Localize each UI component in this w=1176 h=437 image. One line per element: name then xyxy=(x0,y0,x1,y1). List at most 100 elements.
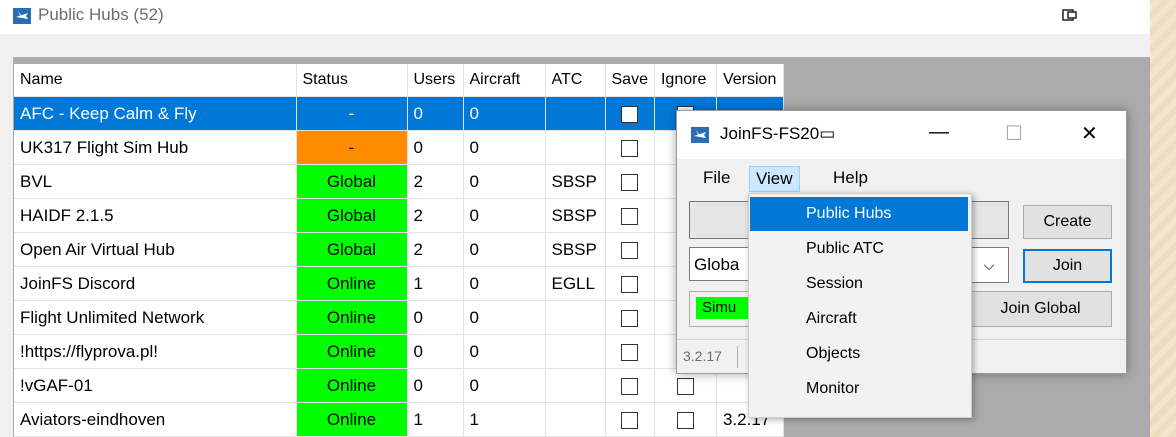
ignore-checkbox-cell xyxy=(654,402,717,437)
menu-item-aircraft[interactable]: Aircraft xyxy=(750,302,968,336)
table-row[interactable]: Aviators-eindhoven Online 1 1 3.2.17 xyxy=(14,402,784,437)
hub-status-cell: Online xyxy=(296,266,408,301)
hub-status-cell: Global xyxy=(296,198,408,233)
save-checkbox[interactable] xyxy=(621,207,639,225)
joinfs-plane-icon xyxy=(691,127,709,143)
create-button[interactable]: Create xyxy=(1023,205,1112,239)
join-global-button[interactable]: Join Global xyxy=(969,291,1112,327)
save-checkbox-cell xyxy=(605,334,655,369)
table-row[interactable]: BVL Global 2 0 SBSP xyxy=(14,164,784,199)
col-header-save[interactable]: Save xyxy=(605,64,655,97)
menu-item-monitor[interactable]: Monitor xyxy=(750,372,968,406)
hub-name-cell: JoinFS Discord xyxy=(14,266,297,301)
save-checkbox[interactable] xyxy=(621,105,639,123)
hub-name-cell: AFC - Keep Calm & Fly xyxy=(14,96,297,131)
table-row[interactable]: JoinFS Discord Online 1 0 EGLL xyxy=(14,266,784,301)
save-checkbox[interactable] xyxy=(621,377,639,395)
menu-file[interactable]: File xyxy=(697,166,736,190)
col-header-users[interactable]: Users xyxy=(407,64,464,97)
hub-users-cell: 0 xyxy=(407,334,464,369)
hub-status-cell: Online xyxy=(296,368,408,403)
hub-name-cell: Aviators-eindhoven xyxy=(14,402,297,437)
ignore-checkbox[interactable] xyxy=(676,377,694,395)
ignore-checkbox[interactable] xyxy=(676,411,694,429)
col-header-status[interactable]: Status xyxy=(296,64,408,97)
version-label: 3.2.17 xyxy=(683,348,722,364)
hub-users-cell: 2 xyxy=(407,164,464,199)
hub-users-cell: 0 xyxy=(407,130,464,165)
hub-status-cell: Online xyxy=(296,334,408,369)
save-checkbox[interactable] xyxy=(621,275,639,293)
save-checkbox-cell xyxy=(605,96,655,131)
joinfs-menubar: File View Help xyxy=(677,161,1126,193)
view-dropdown-menu: Public Hubs Public ATC Session Aircraft Obje… xyxy=(748,193,972,418)
hub-atc-cell xyxy=(545,130,606,165)
hub-atc-cell xyxy=(545,334,606,369)
menu-help[interactable]: Help xyxy=(827,166,874,190)
hub-status-cell: Online xyxy=(296,402,408,437)
table-row[interactable]: !https://flyprova.pl! Online 0 0 xyxy=(14,334,784,369)
hub-users-cell: 0 xyxy=(407,300,464,335)
hub-aircraft-cell: 0 xyxy=(463,198,546,233)
save-checkbox[interactable] xyxy=(621,173,639,191)
join-button[interactable]: Join xyxy=(1023,249,1112,283)
table-row[interactable]: AFC - Keep Calm & Fly -0 0 xyxy=(14,96,784,131)
hub-aircraft-cell: 1 xyxy=(463,402,546,437)
hub-users-cell: 1 xyxy=(407,266,464,301)
menu-item-public-atc[interactable]: Public ATC xyxy=(750,232,968,266)
col-header-ignore[interactable]: Ignore xyxy=(654,64,717,97)
hub-aircraft-cell: 0 xyxy=(463,130,546,165)
hub-aircraft-cell: 0 xyxy=(463,266,546,301)
hub-status-cell: Global xyxy=(296,232,408,267)
col-header-atc[interactable]: ATC xyxy=(545,64,606,97)
joinfs-titlebar[interactable]: JoinFS-FS20▭ — ☐ ✕ xyxy=(677,111,1126,159)
hub-name-cell: !vGAF-01 xyxy=(14,368,297,403)
minimize-button[interactable]: — xyxy=(929,121,949,144)
table-row[interactable]: Open Air Virtual Hub Global 2 0 SBSP xyxy=(14,232,784,267)
hub-status-cell: - xyxy=(296,130,408,165)
joinfs-plane-icon xyxy=(13,8,31,24)
table-row[interactable]: !vGAF-01 Online 0 0 xyxy=(14,368,784,403)
hub-users-cell: 0 xyxy=(407,96,464,131)
menu-item-session[interactable]: Session xyxy=(750,267,968,301)
grid-header-row: Name Status Users Aircraft ATC Save Igno… xyxy=(14,64,784,97)
hub-users-cell: 1 xyxy=(407,402,464,437)
hub-aircraft-cell: 0 xyxy=(463,232,546,267)
public-hubs-grid: Name Status Users Aircraft ATC Save Igno… xyxy=(14,64,784,437)
save-checkbox-cell xyxy=(605,198,655,233)
hub-atc-cell: EGLL xyxy=(545,266,606,301)
address-input-end[interactable] xyxy=(969,201,1009,239)
save-checkbox-cell xyxy=(605,266,655,301)
save-checkbox[interactable] xyxy=(621,309,639,327)
status-divider xyxy=(737,346,738,368)
table-row[interactable]: Flight Unlimited Network Online 0 0 xyxy=(14,300,784,335)
hub-name-cell: HAIDF 2.1.5 xyxy=(14,198,297,233)
menu-item-public-hubs[interactable]: Public Hubs xyxy=(750,197,968,231)
chevron-down-icon[interactable]: ⌵ xyxy=(969,247,1009,283)
menu-view[interactable]: View xyxy=(749,166,800,192)
hub-aircraft-cell: 0 xyxy=(463,368,546,403)
table-row[interactable]: HAIDF 2.1.5 Global 2 0 SBSP xyxy=(14,198,784,233)
close-button[interactable]: ✕ xyxy=(1081,121,1098,146)
hub-status-cell: Online xyxy=(296,300,408,335)
maximize-button[interactable]: ☐ xyxy=(1005,121,1023,146)
hub-atc-cell: SBSP xyxy=(545,232,606,267)
hub-atc-cell xyxy=(545,368,606,403)
save-checkbox[interactable] xyxy=(621,241,639,259)
window-titlebar[interactable]: Public Hubs (52) xyxy=(0,0,1150,34)
col-header-aircraft[interactable]: Aircraft xyxy=(463,64,546,97)
hub-atc-cell xyxy=(545,300,606,335)
hub-name-cell: UK317 Flight Sim Hub xyxy=(14,130,297,165)
col-header-name[interactable]: Name xyxy=(14,64,297,97)
hub-aircraft-cell: 0 xyxy=(463,300,546,335)
save-checkbox[interactable] xyxy=(621,411,639,429)
save-checkbox-cell xyxy=(605,130,655,165)
col-header-version[interactable]: Version xyxy=(716,64,784,97)
restore-icon[interactable] xyxy=(1062,9,1078,21)
save-checkbox[interactable] xyxy=(621,139,639,157)
menu-item-objects[interactable]: Objects xyxy=(750,337,968,371)
hub-name-cell: Flight Unlimited Network xyxy=(14,300,297,335)
table-row[interactable]: UK317 Flight Sim Hub -0 0 xyxy=(14,130,784,165)
save-checkbox[interactable] xyxy=(621,343,639,361)
hub-aircraft-cell: 0 xyxy=(463,334,546,369)
